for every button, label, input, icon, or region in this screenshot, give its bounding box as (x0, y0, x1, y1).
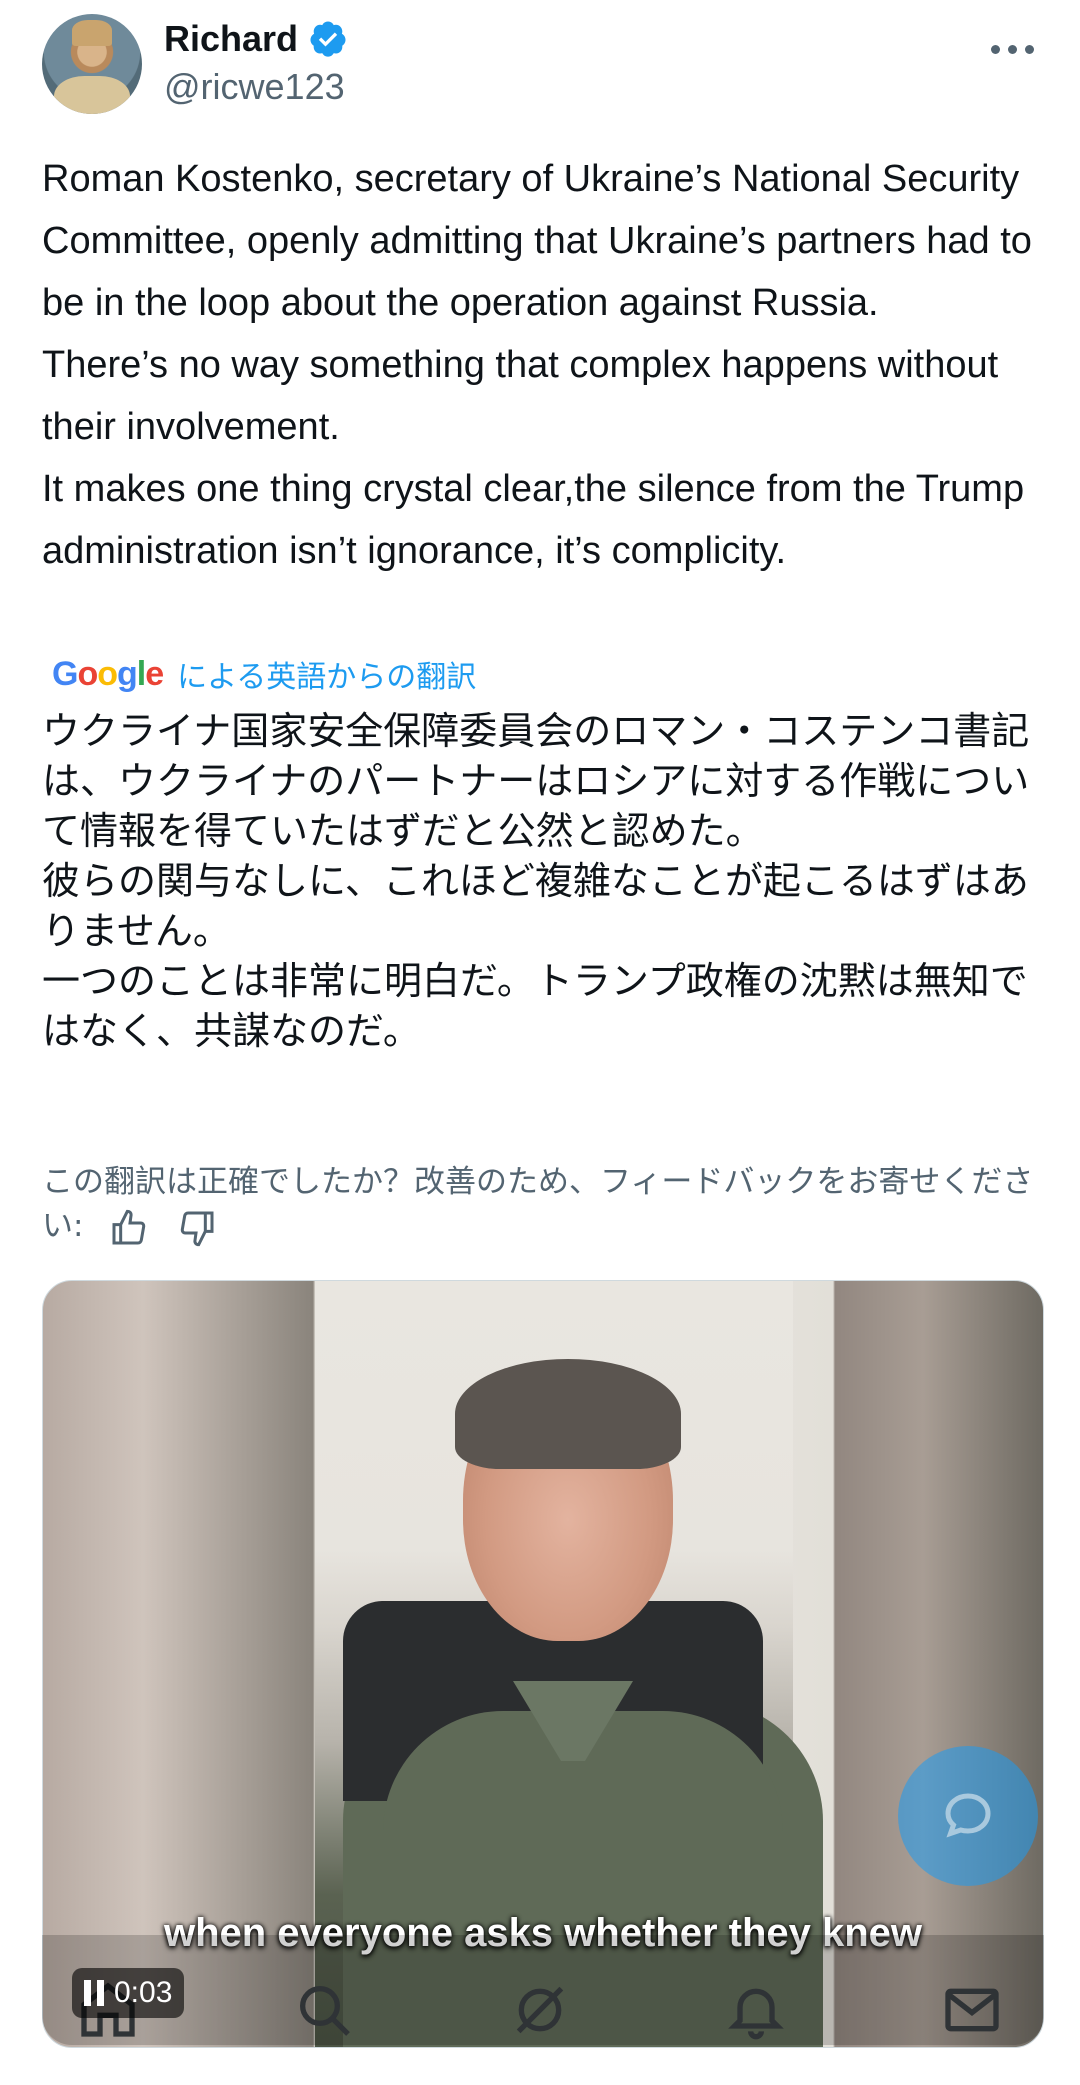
video-person-hair (455, 1359, 681, 1469)
translated-paragraph: ウクライナ国家安全保障委員会のロマン・コステンコ書記は、ウクライナのパートナーは… (42, 709, 1030, 853)
avatar[interactable] (42, 14, 142, 114)
author-handle[interactable]: @ricwe123 (164, 66, 345, 108)
translation-attribution[interactable]: Google による英語からの翻訳 (52, 652, 476, 696)
search-icon[interactable] (292, 1978, 356, 2042)
google-logo-icon: Google (52, 654, 164, 693)
avatar-robe (54, 76, 130, 114)
translated-paragraph: 彼らの関与なしに、これほど複雑なことが起こるはずはありません。 (42, 859, 1029, 953)
more-options-icon[interactable] (982, 34, 1042, 64)
video-time: 0:03 (114, 1976, 173, 2009)
translation-feedback: この翻訳は正確でしたか？改善のため、フィードバックをお寄せください: (42, 1160, 1042, 1248)
post-paragraph: It makes one thing crystal clear,the sil… (42, 468, 1025, 572)
translated-paragraph: 一つのことは非常に明白だ。トランプ政権の沈黙は無知ではなく、共謀なのだ。 (42, 959, 1028, 1053)
chat-bubble-button[interactable] (898, 1746, 1038, 1886)
post-paragraph: There’s no way something that complex ha… (42, 344, 999, 448)
verified-badge-icon (310, 21, 346, 57)
notifications-icon[interactable] (724, 1978, 788, 2042)
post-paragraph: Roman Kostenko, secretary of Ukraine’s N… (42, 158, 1032, 324)
thumbs-down-icon[interactable] (175, 1208, 219, 1248)
translation-source-label: による英語からの翻訳 (177, 661, 477, 694)
translated-body: ウクライナ国家安全保障委員会のロマン・コステンコ書記は、ウクライナのパートナーは… (42, 706, 1042, 1056)
video-player[interactable]: when everyone asks whether they knew (42, 1280, 1044, 2048)
avatar-hat (72, 20, 112, 46)
author-name[interactable]: Richard (164, 18, 298, 60)
pause-icon[interactable] (84, 1980, 104, 2006)
video-time-badge[interactable]: 0:03 (72, 1968, 185, 2018)
post-body: Roman Kostenko, secretary of Ukraine’s N… (42, 148, 1042, 582)
author-name-row: Richard (164, 18, 348, 60)
chat-bubble-icon (945, 1793, 991, 1838)
messages-icon[interactable] (940, 1978, 1004, 2042)
post-header: Richard @ricwe123 (42, 14, 1042, 124)
thumbs-up-icon[interactable] (107, 1208, 151, 1248)
grok-icon[interactable] (508, 1978, 572, 2042)
